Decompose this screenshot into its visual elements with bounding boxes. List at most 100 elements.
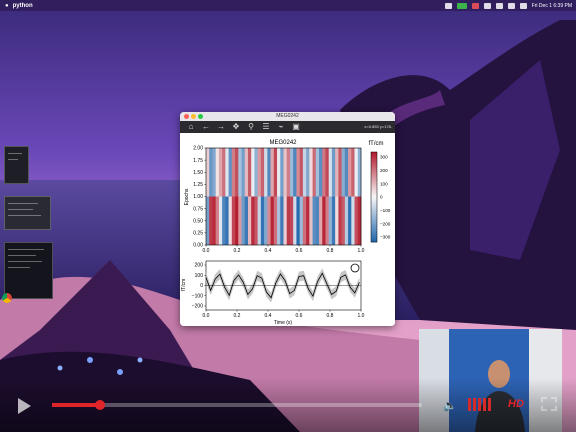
heatmap-cell [335, 196, 339, 245]
xtick-label: 0.0 [203, 248, 210, 254]
heatmap-cell [247, 196, 252, 245]
heatmap-cell [299, 196, 304, 245]
heatmap-cell [302, 196, 307, 245]
epochs-image-axes [206, 148, 362, 245]
evoked-xlabel: Time (s) [274, 320, 292, 326]
figure-canvas[interactable]: MEG0242 2.001.751.501.251.000.750.500.25… [180, 133, 395, 326]
colorbar-segment [371, 208, 377, 211]
heatmap-cell [222, 148, 226, 197]
heatmap-cell [267, 148, 271, 197]
heatmap-cell [293, 148, 297, 197]
heatmap-cell [338, 148, 342, 197]
subplots-icon[interactable]: ☰ [261, 122, 271, 132]
chrome-icon[interactable] [2, 293, 12, 303]
heatmap-cell [277, 148, 281, 197]
back-icon[interactable]: ← [201, 122, 211, 132]
window-thumbnail-editor[interactable] [4, 242, 53, 299]
heatmap-cell [283, 196, 288, 245]
colorbar-segment [371, 161, 377, 164]
heatmap-cell [309, 148, 313, 197]
colorbar-segment [371, 206, 377, 209]
apple-icon[interactable]: ● [5, 3, 9, 9]
colorbar-segment [371, 199, 377, 202]
colorbar-segment [371, 237, 377, 241]
volume-level[interactable] [468, 398, 491, 411]
heatmap-cell [312, 148, 317, 197]
xtick-label: 0.6 [296, 248, 303, 254]
save-icon[interactable]: ▣ [291, 122, 301, 132]
heatmap-cell [273, 148, 278, 197]
heatmap-cell [296, 196, 300, 245]
zoom-button[interactable] [198, 114, 203, 119]
colorbar-tick-label: 0 [380, 195, 383, 200]
heatmap-cell [325, 196, 330, 245]
heatmap-cell [315, 196, 320, 245]
heatmap-cell [348, 196, 352, 245]
ytick-label: 1.25 [193, 182, 203, 188]
colorbar-segment [371, 203, 377, 207]
heatmap-cell [306, 196, 310, 245]
heatmap-cell [231, 196, 236, 245]
colorbar-segment [371, 235, 377, 238]
pan-icon[interactable]: ✥ [231, 122, 241, 132]
figure-toolbar: ⌂ ← → ✥ ⚲ ☰ ⌁ ▣ x=0.853 y=178. [180, 121, 395, 133]
colorbar-segment [371, 181, 377, 184]
heatmap-cell [322, 196, 326, 245]
close-button[interactable] [184, 114, 189, 119]
colorbar-segment [371, 176, 377, 180]
heatmap-cell [319, 196, 323, 245]
heatmap-cell [302, 148, 307, 197]
fullscreen-icon[interactable] [541, 397, 557, 411]
heatmap-cell [344, 196, 349, 245]
heatmap-cell [338, 196, 342, 245]
colorbar-tick-label: −200 [380, 221, 391, 226]
edit-axes-icon[interactable]: ⌁ [276, 122, 286, 132]
menubar-clock[interactable]: Fri Dec 1 6:39 PM [532, 3, 572, 9]
colorbar-segment [371, 165, 377, 169]
colorbar-segment [371, 185, 377, 189]
evoked-xtick-label: 0.6 [296, 313, 303, 319]
heatmap-cell [257, 148, 262, 197]
heatmap-cell [354, 196, 359, 245]
heatmap-cell [212, 196, 216, 245]
window-thumbnail-terminal[interactable] [4, 146, 29, 184]
volume-icon[interactable]: 🔈 [443, 399, 457, 412]
menubar-status-icon[interactable] [444, 2, 452, 9]
hd-quality-button[interactable]: HD [508, 398, 524, 410]
evoked-xtick-label: 0.0 [203, 313, 210, 319]
window-titlebar: MEG0242 [180, 112, 395, 121]
zoom-icon[interactable]: ⚲ [246, 122, 256, 132]
heatmap-cell [231, 148, 236, 197]
colorbar [370, 151, 378, 243]
heatmap-cell [241, 148, 246, 197]
colorbar-segment [371, 179, 377, 182]
figure-title: MEG0242 [269, 140, 297, 146]
camera-in-use-icon[interactable] [456, 2, 467, 9]
heatmap-cell [235, 148, 239, 197]
epochs-ylabel: Epochs [184, 188, 190, 205]
app-status-icon[interactable] [471, 2, 479, 9]
ytick-label: 0.75 [193, 206, 203, 212]
menu-app-name[interactable]: python [13, 3, 33, 9]
play-button[interactable] [18, 398, 31, 414]
battery-icon[interactable] [483, 2, 491, 9]
colorbar-segment [371, 156, 377, 160]
heatmap-cell [319, 148, 323, 197]
progress-bar[interactable] [52, 400, 422, 410]
wifi-icon[interactable] [495, 2, 503, 9]
colorbar-segment [371, 170, 377, 173]
control-center-icon[interactable] [519, 2, 527, 9]
evoked-ytick-label: 100 [195, 273, 204, 279]
evoked-ytick-label: −100 [192, 293, 203, 299]
heatmap-cell [264, 148, 268, 197]
heatmap-cell [244, 196, 249, 245]
forward-icon[interactable]: → [216, 122, 226, 132]
search-icon[interactable] [507, 2, 515, 9]
colorbar-segment [371, 230, 377, 234]
minimize-button[interactable] [191, 114, 196, 119]
home-icon[interactable]: ⌂ [186, 122, 196, 132]
xtick-label: 1.0 [358, 248, 365, 254]
colorbar-tick-label: 100 [380, 181, 388, 186]
heatmap-cell [238, 148, 242, 197]
window-thumbnail-finder[interactable] [4, 196, 51, 230]
